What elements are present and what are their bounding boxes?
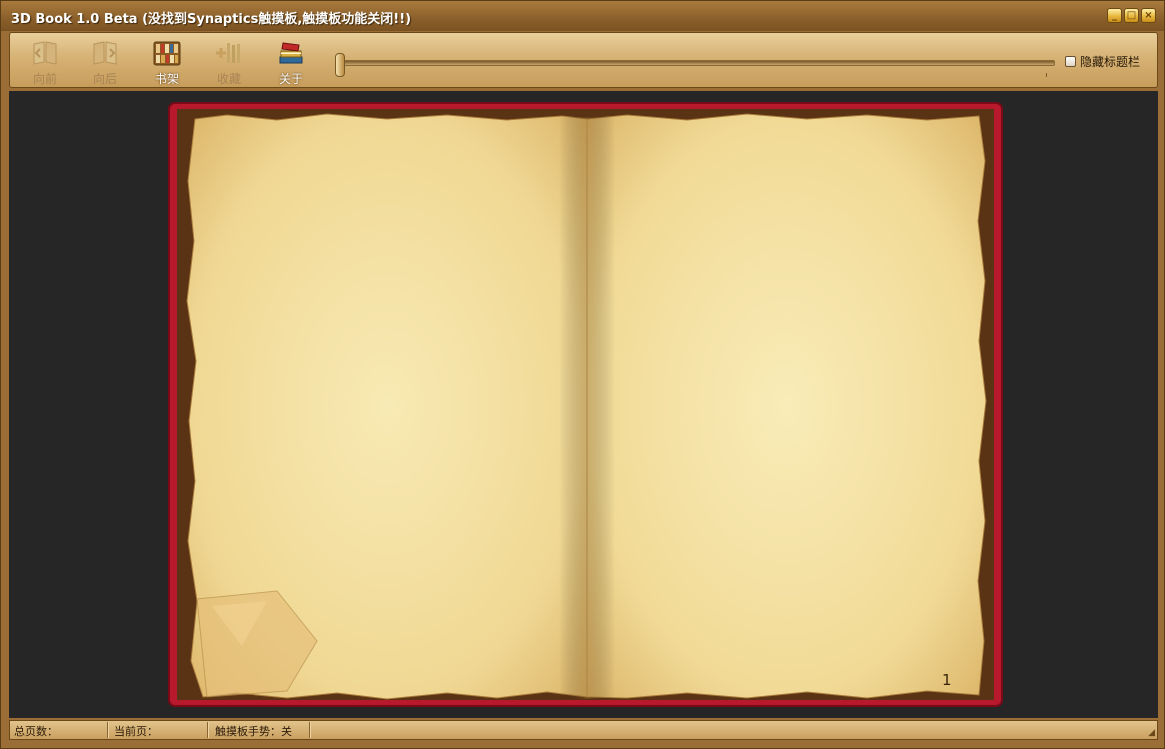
minimize-button[interactable]: _	[1107, 8, 1122, 23]
reading-area: 1	[9, 91, 1158, 718]
page-number: 1	[942, 671, 952, 689]
book-back-icon	[33, 41, 57, 65]
page-slider-thumb[interactable]	[335, 53, 345, 77]
back-label: 向前	[32, 72, 57, 86]
books-stack-icon	[279, 42, 303, 64]
page-slider-track[interactable]	[341, 60, 1055, 66]
window-title: 3D Book 1.0 Beta (没找到Synaptics触摸板,触摸板功能关…	[11, 12, 412, 27]
right-page	[586, 113, 987, 699]
status-separator	[107, 722, 109, 738]
touchpad-status: 触摸板手势：关	[215, 725, 292, 738]
favorites-button[interactable]: 收藏	[204, 37, 254, 87]
app-window: 3D Book 1.0 Beta (没找到Synaptics触摸板,触摸板功能关…	[0, 0, 1165, 749]
close-icon: ×	[1144, 9, 1153, 21]
total-pages-status: 总页数：	[14, 725, 58, 738]
status-separator	[207, 722, 209, 738]
hide-titlebar-checkbox[interactable]	[1065, 56, 1076, 67]
forward-label: 向后	[92, 72, 117, 86]
bookshelf-button[interactable]: 书架	[142, 37, 192, 87]
hide-titlebar-label: 隐藏标题栏	[1080, 55, 1141, 69]
open-book[interactable]: 1	[167, 101, 1004, 708]
book-forward-icon	[93, 41, 117, 65]
slider-tick	[1046, 73, 1047, 77]
about-label: 关于	[278, 72, 303, 86]
minimize-icon: _	[1112, 9, 1117, 21]
window-controls: _ □ ×	[1107, 8, 1156, 23]
status-bar: 总页数： 当前页： 触摸板手势：关 ◢	[9, 720, 1158, 740]
maximize-button[interactable]: □	[1124, 8, 1139, 23]
maximize-icon: □	[1126, 9, 1137, 21]
bookshelf-label: 书架	[154, 72, 179, 86]
favorites-label: 收藏	[216, 72, 241, 86]
back-button[interactable]: 向前	[20, 37, 70, 87]
close-button[interactable]: ×	[1141, 8, 1156, 23]
title-bar[interactable]: 3D Book 1.0 Beta (没找到Synaptics触摸板,触摸板功能关…	[1, 1, 1164, 31]
resize-grip-icon[interactable]: ◢	[1148, 728, 1155, 738]
current-page-status: 当前页：	[114, 725, 158, 738]
toolbar: 向前 向后 书架 收藏 关于 隐藏标题栏	[9, 32, 1158, 88]
bookshelf-icon	[153, 41, 181, 66]
about-button[interactable]: 关于	[266, 37, 316, 87]
status-separator	[309, 722, 311, 738]
forward-button[interactable]: 向后	[80, 37, 130, 87]
favorites-add-icon	[216, 43, 240, 63]
hide-titlebar-option[interactable]: 隐藏标题栏	[1065, 53, 1140, 70]
